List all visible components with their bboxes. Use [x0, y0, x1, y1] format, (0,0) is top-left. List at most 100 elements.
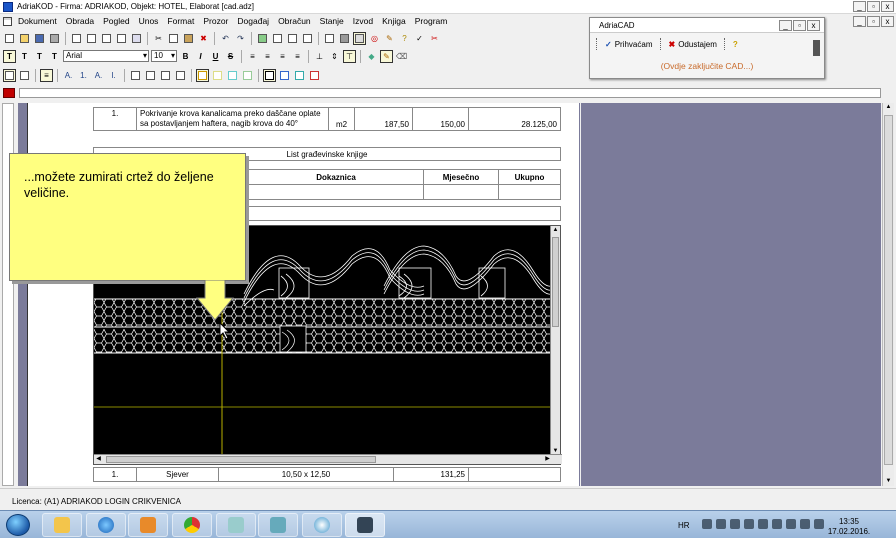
undo-icon[interactable]: ↶ [219, 32, 232, 45]
box-black-icon[interactable] [263, 68, 276, 82]
menu-prozor[interactable]: Prozor [203, 16, 228, 26]
sheet-icon[interactable] [323, 32, 336, 45]
scroll-right-icon[interactable]: ▶ [543, 455, 552, 464]
adriakod-taskbar-button[interactable] [345, 513, 385, 537]
box-yellow-light-icon[interactable] [211, 69, 224, 82]
compass-taskbar-button[interactable] [302, 513, 342, 537]
paste-icon[interactable] [182, 32, 195, 45]
redo-icon[interactable]: ↷ [234, 32, 247, 45]
columns-icon[interactable] [130, 32, 143, 45]
border-2-icon[interactable] [144, 69, 157, 82]
pen-icon[interactable]: ✎ [380, 49, 393, 63]
scissors-icon[interactable]: ✂ [428, 32, 441, 45]
list-style-3[interactable]: A. [92, 69, 105, 82]
size-select[interactable]: 10 [151, 50, 177, 62]
cell[interactable] [498, 184, 561, 200]
app-taskbar-button[interactable] [258, 513, 298, 537]
menu-obrada[interactable]: Obrada [66, 16, 94, 26]
eraser-icon[interactable]: ⌫ [395, 50, 408, 63]
hscroll-thumb[interactable] [106, 456, 376, 463]
battery-icon[interactable] [800, 519, 810, 529]
box-yellow-icon[interactable] [196, 68, 209, 82]
start-button[interactable] [6, 514, 30, 536]
tray-icon-5[interactable] [758, 519, 768, 529]
scroll-left-icon[interactable]: ◀ [94, 455, 103, 464]
media-taskbar-button[interactable] [128, 513, 168, 537]
valign-bottom-icon[interactable]: ⊥ [313, 50, 326, 63]
flag-icon[interactable] [814, 519, 824, 529]
scroll-thumb[interactable] [552, 237, 559, 327]
lines-icon[interactable]: ≡ [40, 68, 53, 82]
menu-dokument[interactable]: Dokument [18, 16, 57, 26]
menu-unos[interactable]: Unos [139, 16, 159, 26]
menu-program[interactable]: Program [415, 16, 448, 26]
align-center-icon[interactable]: ≡ [261, 50, 274, 63]
brush-icon[interactable]: ✎ [383, 32, 396, 45]
refresh-icon[interactable] [256, 32, 269, 45]
valign-middle-icon[interactable]: ⇕ [328, 50, 341, 63]
box-teal-icon[interactable] [293, 69, 306, 82]
insert-icon[interactable] [271, 32, 284, 45]
border-4-icon[interactable] [174, 69, 187, 82]
explorer-taskbar-button[interactable] [42, 513, 82, 537]
cut-icon[interactable]: ✂ [152, 32, 165, 45]
box-cyan-icon[interactable] [226, 69, 239, 82]
table-row[interactable]: 1. Pokrivanje krova kanalicama preko daš… [93, 107, 561, 131]
paint-taskbar-button[interactable] [216, 513, 256, 537]
adriacad-title-bar[interactable]: AdriaCAD _ ▫ x [590, 18, 824, 33]
align-left-icon[interactable]: ≡ [246, 50, 259, 63]
indent-icon[interactable] [18, 69, 31, 82]
chrome-taskbar-button[interactable] [172, 513, 212, 537]
align-right-icon[interactable]: ≡ [276, 50, 289, 63]
cad-icon[interactable] [353, 31, 366, 45]
cad-vertical-scrollbar[interactable]: ▲ ▼ [550, 226, 560, 456]
delete-icon[interactable]: ✖ [197, 32, 210, 45]
cell[interactable] [468, 467, 561, 482]
child-maximize-button[interactable]: ▫ [867, 16, 880, 27]
page-number-icon[interactable] [115, 32, 128, 45]
box-red-icon[interactable] [308, 69, 321, 82]
border-1-icon[interactable] [129, 69, 142, 82]
child-minimize-button[interactable]: _ [853, 16, 866, 27]
scroll-up-icon[interactable]: ▲ [884, 103, 893, 112]
zoom-icon[interactable] [85, 32, 98, 45]
justify-icon[interactable]: ≡ [291, 50, 304, 63]
field-icon[interactable] [286, 32, 299, 45]
table-icon[interactable] [301, 32, 314, 45]
menu-format[interactable]: Format [167, 16, 194, 26]
box-blue-icon[interactable] [278, 69, 291, 82]
zoom-out-icon[interactable] [100, 32, 113, 45]
toolbar-dropdown-icon[interactable] [813, 40, 820, 56]
bold-button[interactable]: B [179, 50, 192, 63]
minimize-button[interactable]: _ [853, 1, 866, 12]
formula-field[interactable] [19, 88, 881, 98]
text-style-1[interactable]: T [3, 49, 16, 63]
volume-icon[interactable] [786, 519, 796, 529]
target-icon[interactable]: ◎ [368, 32, 381, 45]
fill-icon[interactable]: ◆ [365, 50, 378, 63]
help-icon[interactable]: ? [398, 32, 411, 45]
box-green-icon[interactable] [241, 69, 254, 82]
text-style-4[interactable]: T [48, 50, 61, 63]
ie-taskbar-button[interactable] [86, 513, 126, 537]
text-style-2[interactable]: T [18, 50, 31, 63]
font-select[interactable]: Arial [63, 50, 149, 62]
list-style-2[interactable]: 1. [77, 69, 90, 82]
red-marker-icon[interactable] [3, 88, 15, 98]
child-close-button[interactable]: x [881, 16, 894, 27]
maximize-button[interactable]: ▫ [867, 1, 880, 12]
network-icon[interactable] [772, 519, 782, 529]
scroll-up-icon[interactable]: ▲ [551, 226, 560, 235]
table-row[interactable]: 1. Sjever 10,50 x 12,50 131,25 [93, 467, 561, 482]
tray-icon-3[interactable] [730, 519, 740, 529]
text-style-3[interactable]: T [33, 50, 46, 63]
copy-icon[interactable] [167, 32, 180, 45]
menu-pogled[interactable]: Pogled [103, 16, 129, 26]
print-icon[interactable] [48, 32, 61, 45]
list-style-4[interactable]: I. [107, 69, 120, 82]
document-menu-icon[interactable] [3, 17, 12, 26]
paragraph-icon[interactable] [3, 68, 16, 82]
cad-horizontal-scrollbar[interactable]: ◀ ▶ [94, 454, 562, 464]
open-icon[interactable] [18, 32, 31, 45]
italic-button[interactable]: I [194, 50, 207, 63]
